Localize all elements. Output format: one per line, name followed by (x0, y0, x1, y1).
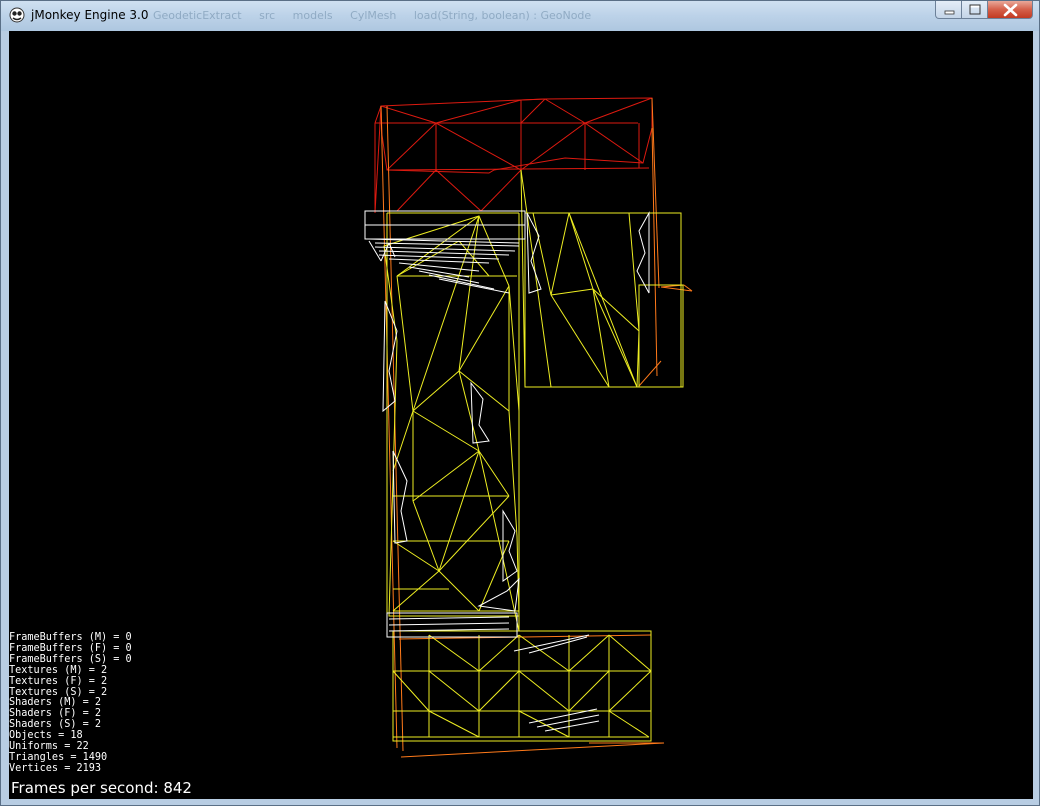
mesh-red-region (374, 97, 653, 214)
background-ide-breadcrumbs: GeodeticExtract src models CylMesh load(… (153, 9, 605, 22)
app-window: jMonkey Engine 3.0 GeodeticExtract src m… (0, 0, 1040, 806)
stat-value: 0 (125, 632, 132, 643)
minimize-button[interactable] (935, 1, 962, 19)
stat-value: 22 (76, 741, 89, 753)
stat-value: 0 (125, 653, 132, 665)
stat-value: 2 (101, 675, 108, 687)
wireframe-mesh (364, 97, 693, 758)
minimize-icon (944, 10, 955, 15)
window-title: jMonkey Engine 3.0 (31, 8, 149, 22)
breadcrumb-item: models (292, 9, 333, 22)
jmonkey-logo-icon (9, 7, 25, 23)
breadcrumb-item: src (259, 9, 276, 22)
mesh-orange-edges (380, 97, 693, 758)
fps-label: Frames per second: (11, 779, 159, 797)
stat-label: Shaders (F) (9, 708, 77, 720)
stat-label: Textures (M) (9, 664, 83, 676)
title-bar[interactable]: jMonkey Engine 3.0 GeodeticExtract src m… (1, 1, 1039, 31)
stat-value: 2 (94, 708, 102, 720)
stat-label: Uniforms (9, 741, 59, 753)
stat-label: Vertices (9, 762, 59, 774)
stat-value: 2 (94, 719, 102, 731)
breadcrumb-item: GeodeticExtract (153, 9, 242, 22)
stat-row: Vertices = 2193 (9, 762, 102, 774)
render-statistics: FrameBuffers (M) = 0 FrameBuffers (F) = … (9, 632, 132, 775)
maximize-icon (969, 4, 981, 15)
stat-label: Triangles (9, 751, 65, 763)
fps-counter: Frames per second: 842 (11, 779, 192, 797)
stat-label: Shaders (S) (9, 719, 77, 731)
stat-label: FrameBuffers (S) (9, 653, 108, 665)
close-button[interactable] (988, 1, 1033, 19)
maximize-button[interactable] (962, 1, 988, 19)
stat-value: 18 (70, 730, 83, 742)
stat-label: Objects (9, 730, 52, 742)
stat-label: Textures (F) (9, 675, 83, 687)
mesh-yellow-region (383, 169, 684, 742)
stat-label: Textures (S) (9, 686, 83, 698)
stat-label: FrameBuffers (M) (9, 632, 108, 643)
render-viewport[interactable]: FrameBuffers (M) = 0 FrameBuffers (F) = … (9, 31, 1033, 799)
stat-value: 2193 (76, 762, 102, 774)
stat-value: 0 (125, 642, 132, 654)
window-controls (935, 1, 1033, 21)
stat-label: Shaders (M) (9, 697, 77, 709)
stat-value: 2 (101, 686, 108, 698)
breadcrumb-item: CylMesh (350, 9, 397, 22)
close-icon (1003, 3, 1018, 17)
stat-value: 2 (101, 664, 108, 676)
stat-value: 2 (94, 697, 102, 709)
breadcrumb-item: load(String, boolean) : GeoNode (413, 9, 592, 22)
fps-value: 842 (163, 779, 192, 797)
stat-value: 1490 (82, 751, 108, 763)
stat-label: FrameBuffers (F) (9, 642, 108, 654)
